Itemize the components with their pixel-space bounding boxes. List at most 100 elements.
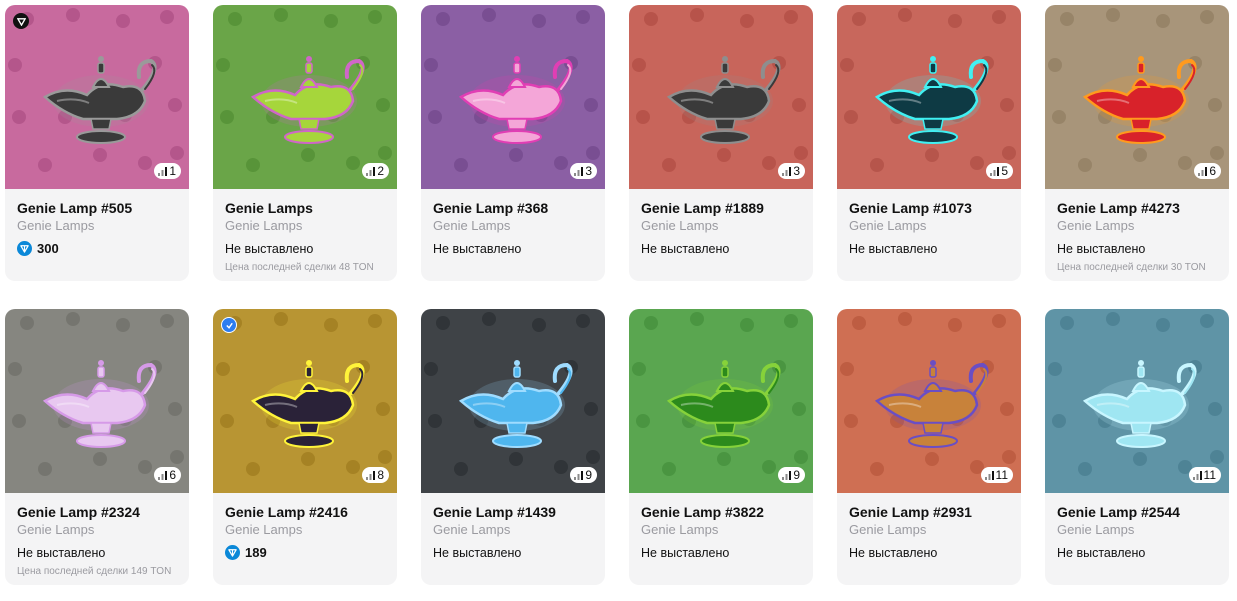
nft-image[interactable]: 11 [837, 309, 1021, 493]
nft-card[interactable]: 11 Genie Lamp #2544 Genie Lamps Не выста… [1045, 309, 1229, 585]
listing-status: Не выставлено [641, 242, 730, 256]
verified-mark-icon [13, 13, 29, 29]
nft-card[interactable]: 1 Genie Lamp #505 Genie Lamps 300 [5, 5, 189, 281]
nft-image[interactable]: 2 [213, 5, 397, 189]
nft-image[interactable]: 9 [629, 309, 813, 493]
nft-image[interactable]: 5 [837, 5, 1021, 189]
nft-name: Genie Lamp #2544 [1057, 504, 1180, 520]
listing-status: Не выставлено [17, 546, 106, 560]
nft-image[interactable]: 6 [1045, 5, 1229, 189]
nft-card[interactable]: 8 Genie Lamp #2416 Genie Lamps 189 [213, 309, 397, 585]
rarity-value: 3 [585, 164, 592, 178]
rarity-badge: 11 [1188, 467, 1221, 483]
collection-name: Genie Lamps [849, 522, 927, 537]
rarity-value: 11 [1203, 468, 1216, 482]
nft-card[interactable]: 11 Genie Lamp #2931 Genie Lamps Не выста… [837, 309, 1021, 585]
nft-image[interactable]: 3 [421, 5, 605, 189]
collection-name: Genie Lamps [641, 522, 719, 537]
collection-name: Genie Lamps [433, 522, 511, 537]
nft-card[interactable]: 3 Genie Lamp #368 Genie Lamps Не выставл… [421, 5, 605, 281]
bar-chart-icon [158, 166, 168, 176]
listing-status: Не выставлено [641, 546, 730, 560]
nft-image[interactable]: 3 [629, 5, 813, 189]
collection-name: Genie Lamps [1057, 522, 1135, 537]
nft-name: Genie Lamp #3822 [641, 504, 764, 520]
listing-status: Не выставлено [225, 242, 314, 256]
rarity-badge: 8 [362, 467, 389, 483]
nft-name: Genie Lamps [225, 200, 313, 216]
price-value: 300 [37, 241, 59, 256]
collection-name: Genie Lamps [641, 218, 719, 233]
nft-card[interactable]: 5 Genie Lamp #1073 Genie Lamps Не выстав… [837, 5, 1021, 281]
collection-name: Genie Lamps [17, 522, 95, 537]
last-sale-price: Цена последней сделки 48 TON [225, 262, 374, 273]
bar-chart-icon [1198, 166, 1208, 176]
nft-name: Genie Lamp #2324 [17, 504, 140, 520]
bar-chart-icon [984, 470, 994, 480]
collection-name: Genie Lamps [17, 218, 95, 233]
rarity-badge: 3 [570, 163, 597, 179]
ton-icon [17, 241, 32, 256]
nft-card[interactable]: 9 Genie Lamp #3822 Genie Lamps Не выстав… [629, 309, 813, 585]
rarity-badge: 6 [154, 467, 181, 483]
nft-name: Genie Lamp #4273 [1057, 200, 1180, 216]
rarity-value: 6 [169, 468, 176, 482]
rarity-badge: 1 [154, 163, 181, 179]
listing-status: Не выставлено [433, 242, 522, 256]
bar-chart-icon [990, 166, 1000, 176]
last-sale-price: Цена последней сделки 30 TON [1057, 262, 1206, 273]
rarity-value: 1 [169, 164, 176, 178]
nft-card[interactable]: 6 Genie Lamp #2324 Genie Lamps Не выстав… [5, 309, 189, 585]
nft-name: Genie Lamp #1439 [433, 504, 556, 520]
nft-card[interactable]: 2 Genie Lamps Genie Lamps Не выставлено Ц… [213, 5, 397, 281]
rarity-value: 6 [1209, 164, 1216, 178]
listing-status: Не выставлено [849, 546, 938, 560]
nft-image[interactable]: 11 [1045, 309, 1229, 493]
rarity-badge: 11 [980, 467, 1013, 483]
nft-name: Genie Lamp #505 [17, 200, 133, 216]
listing-status: Не выставлено [1057, 546, 1146, 560]
rarity-badge: 3 [778, 163, 805, 179]
nft-name: Genie Lamp #1889 [641, 200, 764, 216]
nft-name: Genie Lamp #1073 [849, 200, 972, 216]
rarity-value: 2 [377, 164, 384, 178]
nft-image[interactable]: 1 [5, 5, 189, 189]
rarity-badge: 5 [986, 163, 1013, 179]
nft-card[interactable]: 6 Genie Lamp #4273 Genie Lamps Не выстав… [1045, 5, 1229, 281]
rarity-badge: 9 [778, 467, 805, 483]
collection-name: Genie Lamps [225, 522, 303, 537]
price-value: 189 [245, 545, 267, 560]
rarity-value: 9 [585, 468, 592, 482]
listing-status: Не выставлено [1057, 242, 1146, 256]
nft-image[interactable]: 8 [213, 309, 397, 493]
bar-chart-icon [782, 166, 792, 176]
listing-status: Не выставлено [849, 242, 938, 256]
price: 189 [225, 545, 385, 560]
bar-chart-icon [574, 470, 584, 480]
nft-card[interactable]: 9 Genie Lamp #1439 Genie Lamps Не выстав… [421, 309, 605, 585]
nft-name: Genie Lamp #368 [433, 200, 549, 216]
bar-chart-icon [366, 470, 376, 480]
bar-chart-icon [366, 166, 376, 176]
listing-status: Не выставлено [433, 546, 522, 560]
nft-grid: 1 Genie Lamp #505 Genie Lamps 300 2 Geni… [0, 0, 1237, 601]
rarity-value: 3 [793, 164, 800, 178]
nft-name: Genie Lamp #2931 [849, 504, 972, 520]
rarity-badge: 9 [570, 467, 597, 483]
collection-name: Genie Lamps [225, 218, 303, 233]
ton-icon [225, 545, 240, 560]
nft-card[interactable]: 3 Genie Lamp #1889 Genie Lamps Не выстав… [629, 5, 813, 281]
rarity-badge: 2 [362, 163, 389, 179]
rarity-badge: 6 [1194, 163, 1221, 179]
nft-image[interactable]: 6 [5, 309, 189, 493]
rarity-value: 11 [995, 468, 1008, 482]
nft-name: Genie Lamp #2416 [225, 504, 348, 520]
rarity-value: 8 [377, 468, 384, 482]
price: 300 [17, 241, 177, 256]
bar-chart-icon [1192, 470, 1202, 480]
collection-name: Genie Lamps [1057, 218, 1135, 233]
nft-image[interactable]: 9 [421, 309, 605, 493]
rarity-value: 5 [1001, 164, 1008, 178]
bar-chart-icon [158, 470, 168, 480]
rarity-value: 9 [793, 468, 800, 482]
